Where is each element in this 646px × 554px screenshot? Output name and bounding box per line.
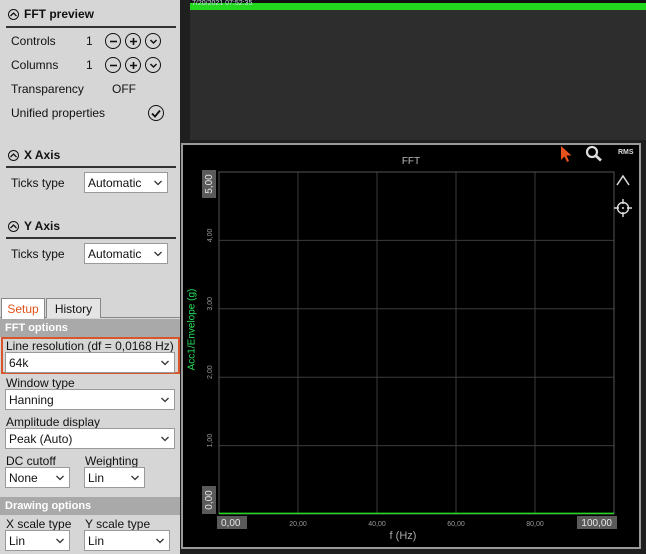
x-tick-label: 100,00 (581, 518, 612, 529)
columns-value: 1 (86, 58, 93, 72)
chevron-down-icon (160, 357, 170, 371)
weighting-select[interactable]: Lin (84, 467, 145, 488)
tab-history[interactable]: History (46, 298, 101, 318)
controls-label: Controls (11, 34, 56, 48)
transparency-value[interactable]: OFF (112, 82, 136, 96)
x-ticks-select[interactable]: Automatic (84, 172, 168, 193)
x-tick-label: 80,00 (526, 521, 544, 528)
divider (6, 26, 176, 28)
y-scale-type-select[interactable]: Lin (84, 530, 170, 551)
rms-label[interactable]: RMS (618, 149, 634, 156)
peak-marker-icon[interactable] (615, 173, 631, 190)
dc-cutoff-value: None (9, 470, 38, 485)
chevron-down-icon (153, 177, 163, 191)
line-resolution-value: 64k (9, 355, 29, 370)
minus-icon[interactable] (105, 33, 121, 49)
weighting-value: Lin (88, 470, 105, 485)
collapse-icon[interactable] (8, 220, 19, 232)
section-title: Y Axis (24, 219, 61, 233)
x-ticks-value: Automatic (88, 175, 142, 190)
section-title: FFT preview (24, 7, 95, 21)
window-type-label: Window type (6, 376, 75, 390)
x-scale-type-label: X scale type (6, 517, 72, 531)
chevron-down-icon (160, 394, 170, 408)
y-ticks-label: Ticks type (11, 247, 65, 261)
y-tick-label: 2,00 (207, 365, 214, 379)
cursor-icon[interactable] (559, 145, 573, 166)
properties-panel: FFT preview Controls 1 Columns 1 Transpa… (0, 0, 180, 554)
plot-frame (218, 171, 615, 515)
dc-cutoff-select[interactable]: None (5, 467, 70, 488)
y-tick-label: 5,00 (204, 174, 215, 194)
section-title: X Axis (24, 148, 61, 162)
y-ticks-value: Automatic (88, 246, 142, 261)
dc-cutoff-label: DC cutoff (6, 454, 56, 468)
y-axis-label: Acc1/Envelope (g) (186, 288, 198, 371)
window-type-value: Hanning (9, 392, 54, 407)
y-axis-header[interactable]: Y Axis (8, 219, 60, 233)
x-tick-label: 20,00 (289, 521, 307, 528)
fft-chart-panel[interactable]: FFT 0,00 20,00 40,00 60,00 80,00 100,00 0,00 1,… (181, 143, 641, 549)
y-tick-label: 1,00 (207, 434, 214, 448)
chevron-down-icon[interactable] (145, 33, 161, 49)
y-tick-label: 4,00 (207, 228, 214, 242)
fft-options-header: FFT options (0, 319, 180, 337)
strip-timestamp: 7/20/2021 07:52:35 (192, 0, 253, 7)
x-tick-label: 40,00 (368, 521, 386, 528)
amplitude-display-value: Peak (Auto) (9, 431, 73, 446)
controls-value: 1 (86, 34, 93, 48)
chevron-down-icon (160, 433, 170, 447)
chevron-down-icon (155, 535, 165, 549)
fft-chart: 0,00 20,00 40,00 60,00 80,00 100,00 0,00 1,00 2,… (202, 170, 617, 529)
chevron-down-icon (153, 248, 163, 262)
plus-icon[interactable] (125, 33, 141, 49)
fft-preview-header[interactable]: FFT preview (8, 7, 94, 21)
minus-icon[interactable] (105, 57, 121, 73)
transparency-label: Transparency (11, 82, 84, 96)
x-axis-label: f (Hz) (389, 530, 417, 542)
drawing-options-header: Drawing options (0, 497, 180, 515)
plus-icon[interactable] (125, 57, 141, 73)
tab-bar: Setup History (0, 298, 180, 319)
line-resolution-label: Line resolution (df = 0,0168 Hz) (6, 339, 174, 353)
chevron-down-icon (55, 535, 65, 549)
checkmark-icon[interactable] (148, 105, 164, 121)
controls-row: Controls 1 (11, 32, 171, 50)
tab-setup[interactable]: Setup (1, 298, 45, 319)
chevron-down-icon (55, 472, 65, 486)
y-scale-type-value: Lin (88, 533, 105, 548)
columns-label: Columns (11, 58, 59, 72)
chevron-down-icon (130, 472, 140, 486)
divider (6, 166, 176, 168)
signal-trace (190, 3, 646, 10)
amplitude-display-select[interactable]: Peak (Auto) (5, 428, 175, 449)
x-ticks-label: Ticks type (11, 176, 65, 190)
x-axis-header[interactable]: X Axis (8, 148, 60, 162)
weighting-label: Weighting (85, 454, 139, 468)
chevron-down-icon[interactable] (145, 57, 161, 73)
unified-properties-row[interactable]: Unified properties (11, 104, 171, 122)
unified-properties-label: Unified properties (11, 106, 106, 120)
collapse-icon[interactable] (8, 149, 19, 161)
y-ticks-select[interactable]: Automatic (84, 243, 168, 264)
x-tick-label: 0,00 (221, 518, 241, 529)
amplitude-display-label: Amplitude display (6, 415, 101, 429)
columns-row: Columns 1 (11, 56, 171, 74)
window-type-select[interactable]: Hanning (5, 389, 175, 410)
upper-display-area (190, 10, 646, 140)
y-scale-type-label: Y scale type (85, 517, 151, 531)
x-scale-type-select[interactable]: Lin (5, 530, 70, 551)
crosshair-icon[interactable] (614, 199, 632, 220)
x-scale-type-value: Lin (9, 533, 26, 548)
divider (6, 237, 176, 239)
y-tick-label: 0,00 (204, 490, 215, 510)
transparency-row[interactable]: Transparency OFF (11, 80, 171, 98)
time-signal-strip[interactable]: 7/20/2021 07:52:35 (190, 0, 646, 10)
y-tick-label: 3,00 (207, 297, 214, 311)
magnifier-icon[interactable] (585, 145, 603, 165)
collapse-icon[interactable] (8, 8, 19, 20)
line-resolution-select[interactable]: 64k (5, 352, 175, 373)
x-tick-label: 60,00 (447, 521, 465, 528)
